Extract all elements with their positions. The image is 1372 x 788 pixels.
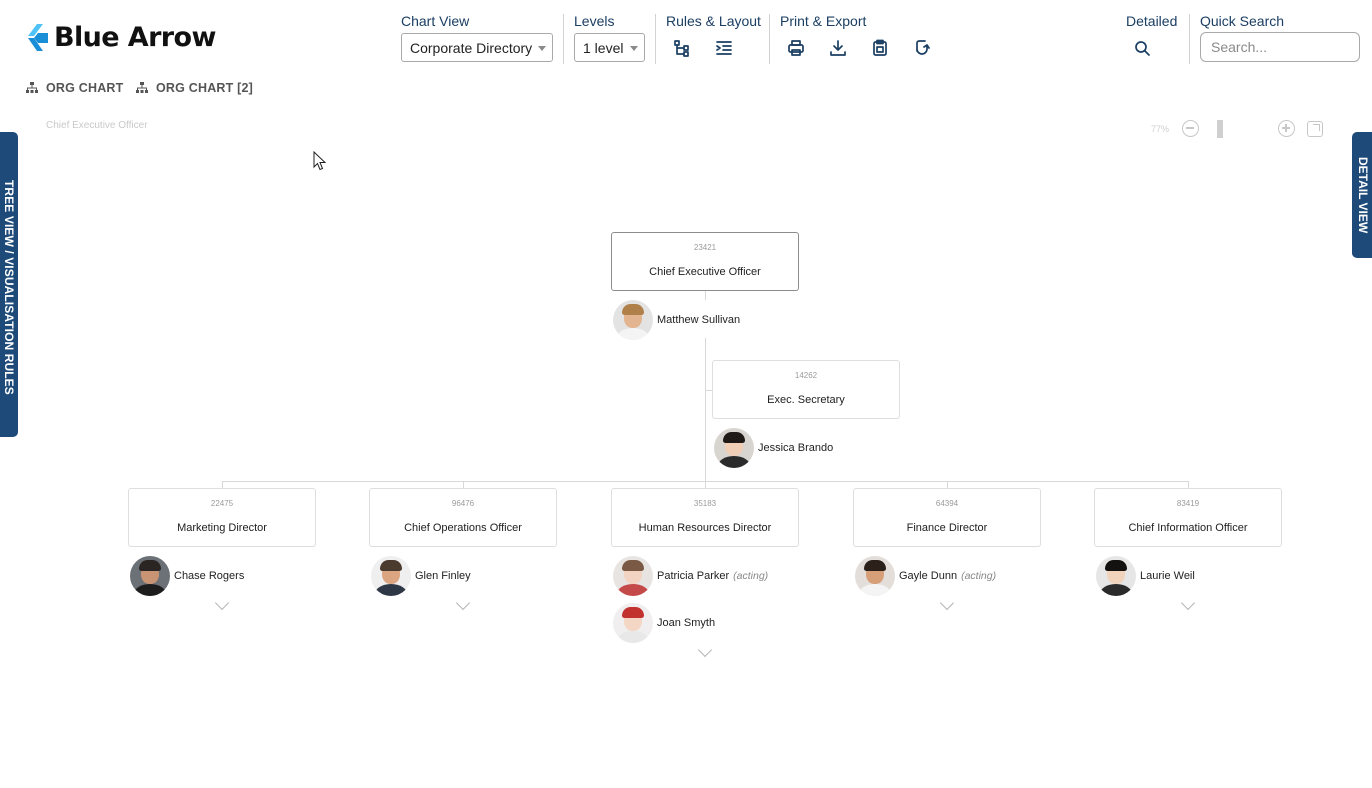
person-name: Chase Rogers — [174, 570, 245, 582]
acting-label: (acting) — [961, 570, 997, 582]
person-name: Joan Smyth — [657, 617, 716, 629]
person-name: Patricia Parker — [657, 570, 730, 582]
person-entry[interactable]: Patricia Parker (acting) — [613, 556, 768, 596]
avatar — [714, 428, 754, 468]
avatar — [130, 556, 170, 596]
search-icon[interactable] — [1132, 38, 1152, 58]
clipboard-icon[interactable] — [870, 38, 890, 58]
tree-view-panel-toggle[interactable]: TREE VIEW / VISUALISATION RULES — [0, 132, 18, 437]
toolbar-divider — [769, 14, 770, 64]
tree-structure-icon[interactable] — [672, 38, 692, 58]
org-chart-icon — [136, 82, 148, 93]
chevron-down-icon — [538, 46, 546, 51]
position-code: 83419 — [1176, 499, 1200, 508]
org-node-root[interactable]: 23421 Chief Executive Officer — [611, 232, 799, 291]
position-title: Finance Director — [906, 522, 988, 534]
levels-select[interactable]: 1 level — [574, 33, 645, 62]
zoom-level: 77% — [1151, 124, 1170, 134]
person-name: Jessica Brando — [758, 442, 834, 454]
breadcrumb[interactable]: Chief Executive Officer — [46, 120, 148, 131]
expand-chevron-icon[interactable] — [453, 600, 473, 612]
arrow-logo-icon — [28, 23, 48, 51]
download-icon[interactable] — [828, 38, 848, 58]
expand-chevron-icon[interactable] — [937, 600, 957, 612]
tab-org-chart-2[interactable]: ORG CHART [2] — [136, 81, 253, 95]
toolbar-divider — [563, 14, 564, 64]
person-entry[interactable]: Laurie Weil — [1096, 556, 1195, 596]
zoom-slider-handle[interactable] — [1217, 120, 1223, 138]
levels-value: 1 level — [583, 39, 624, 56]
position-code: 96476 — [451, 499, 475, 508]
person-entry[interactable]: Glen Finley — [371, 556, 471, 596]
refresh-icon[interactable] — [912, 38, 932, 58]
person-entry[interactable]: Jessica Brando — [714, 428, 833, 468]
quick-search-label: Quick Search — [1200, 13, 1285, 29]
position-title: Human Resources Director — [638, 522, 772, 534]
fit-to-screen-icon[interactable] — [1307, 121, 1323, 137]
position-code: 22475 — [210, 499, 234, 508]
indent-list-icon[interactable] — [714, 38, 734, 58]
avatar — [371, 556, 411, 596]
detailed-label: Detailed — [1126, 13, 1178, 29]
person-name: Gayle Dunn — [899, 570, 958, 582]
chart-view-value: Corporate Directory — [410, 39, 533, 56]
brand-name: Blue Arrow — [54, 22, 216, 53]
rules-layout-label: Rules & Layout — [666, 13, 761, 29]
person-name: Laurie Weil — [1140, 570, 1195, 582]
levels-label: Levels — [574, 13, 615, 29]
org-node-child[interactable]: 35183 Human Resources Director — [611, 488, 799, 547]
person-entry[interactable]: Gayle Dunn (acting) — [855, 556, 996, 596]
print-export-label: Print & Export — [780, 13, 867, 29]
position-code: 23421 — [693, 243, 717, 252]
avatar — [613, 556, 653, 596]
person-name: Matthew Sullivan — [657, 314, 741, 326]
org-node-child[interactable]: 96476 Chief Operations Officer — [369, 488, 557, 547]
chevron-down-icon — [630, 46, 638, 51]
brand-logo[interactable]: Blue Arrow — [24, 22, 216, 53]
quick-search-input[interactable] — [1200, 32, 1360, 62]
person-name: Glen Finley — [415, 570, 471, 582]
detail-view-panel-toggle[interactable]: DETAIL VIEW — [1352, 132, 1372, 258]
zoom-out-icon[interactable] — [1182, 120, 1199, 137]
connector-line — [705, 290, 706, 300]
toolbar-divider — [655, 14, 656, 64]
position-code: 14262 — [794, 371, 818, 380]
position-title: Exec. Secretary — [767, 394, 845, 406]
avatar — [613, 603, 653, 643]
tab-org-chart-label: ORG CHART — [46, 81, 124, 95]
detail-view-panel-label: DETAIL VIEW — [1356, 157, 1370, 234]
position-title: Chief Executive Officer — [649, 266, 761, 278]
avatar — [855, 556, 895, 596]
avatar — [613, 300, 653, 340]
connector-line — [705, 338, 706, 482]
expand-chevron-icon[interactable] — [695, 647, 715, 659]
zoom-in-icon[interactable] — [1278, 120, 1295, 137]
position-title: Chief Information Officer — [1128, 522, 1248, 534]
person-entry[interactable]: Matthew Sullivan — [613, 300, 740, 340]
org-node-child[interactable]: 64394 Finance Director — [853, 488, 1041, 547]
position-title: Marketing Director — [177, 522, 267, 534]
avatar — [1096, 556, 1136, 596]
expand-chevron-icon[interactable] — [1178, 600, 1198, 612]
mouse-cursor-icon — [313, 151, 327, 171]
chart-view-label: Chart View — [401, 13, 470, 29]
acting-label: (acting) — [733, 570, 769, 582]
expand-chevron-icon[interactable] — [212, 600, 232, 612]
position-code: 35183 — [693, 499, 717, 508]
position-title: Chief Operations Officer — [404, 522, 522, 534]
toolbar-divider — [1189, 14, 1190, 64]
org-node-child[interactable]: 22475 Marketing Director — [128, 488, 316, 547]
tab-org-chart-2-label: ORG CHART [2] — [156, 81, 254, 95]
person-entry[interactable]: Joan Smyth — [613, 603, 715, 643]
tab-org-chart[interactable]: ORG CHART — [26, 81, 124, 95]
person-entry[interactable]: Chase Rogers — [130, 556, 244, 596]
tree-view-panel-label: TREE VIEW / VISUALISATION RULES — [2, 180, 16, 395]
org-node-assistant[interactable]: 14262 Exec. Secretary — [712, 360, 900, 419]
print-icon[interactable] — [786, 38, 806, 58]
org-node-child[interactable]: 83419 Chief Information Officer — [1094, 488, 1282, 547]
chart-view-select[interactable]: Corporate Directory — [401, 33, 553, 62]
org-chart-icon — [26, 82, 38, 93]
position-code: 64394 — [935, 499, 959, 508]
